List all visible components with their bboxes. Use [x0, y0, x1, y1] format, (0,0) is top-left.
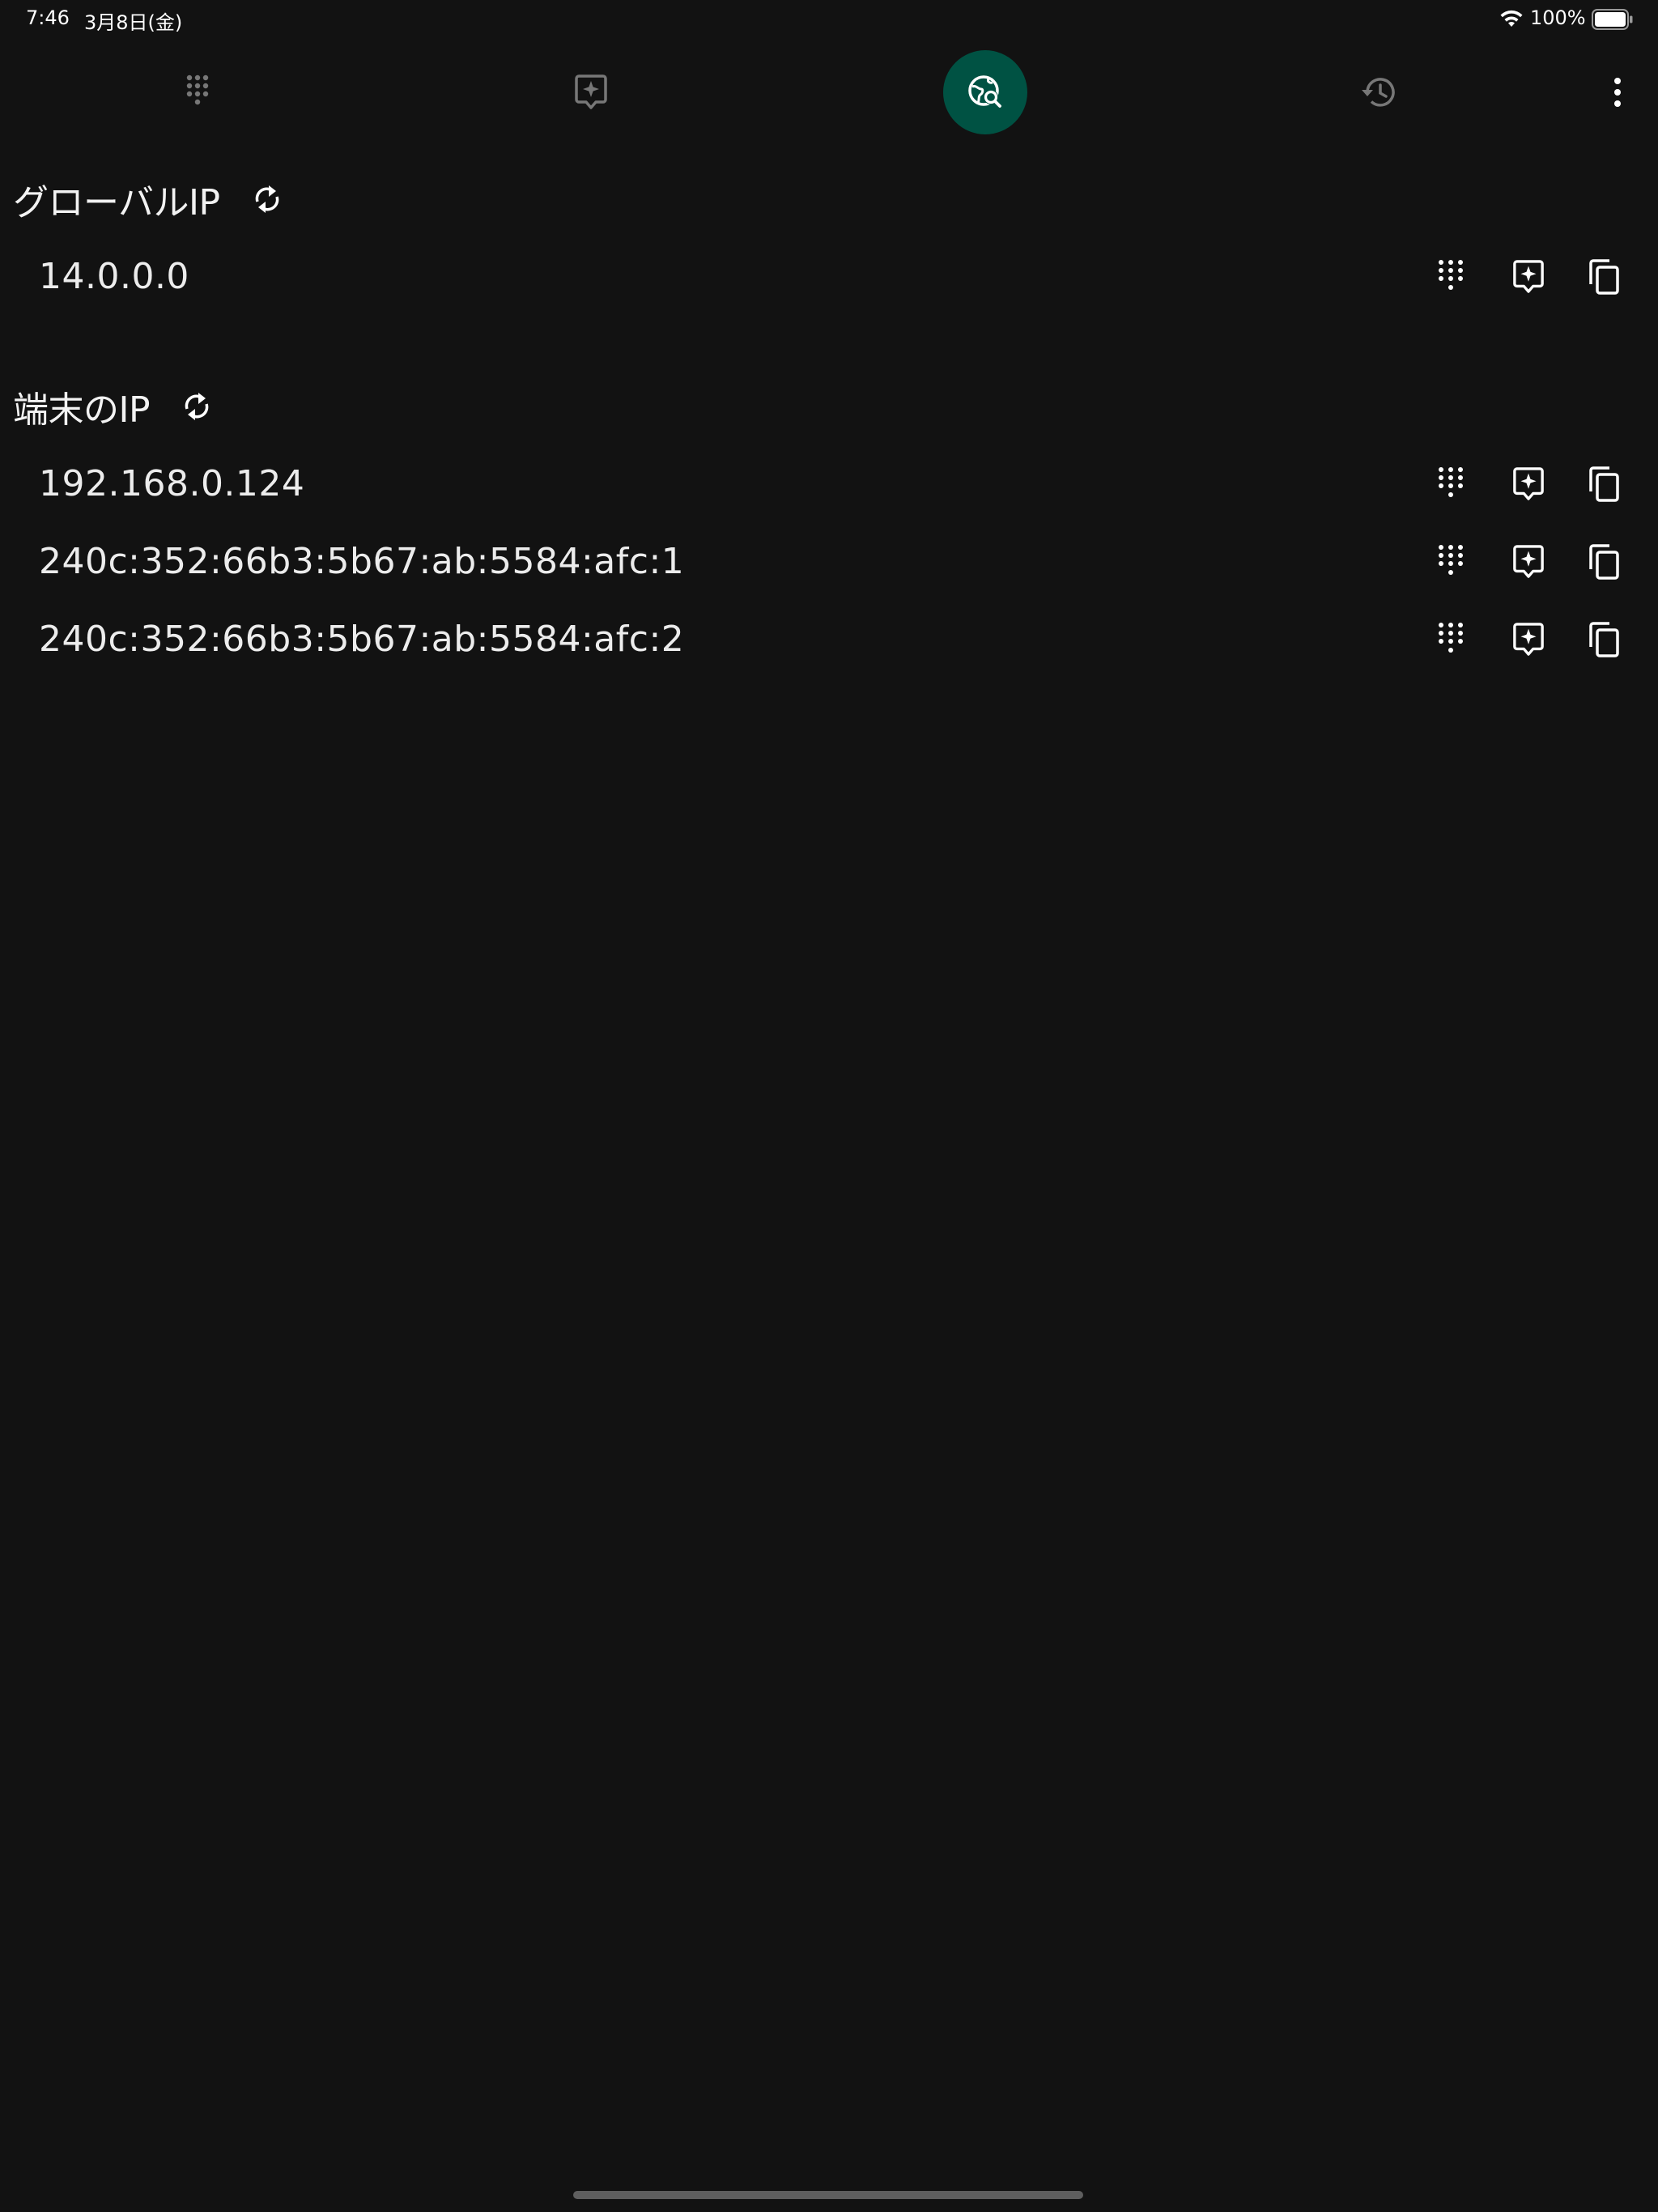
screen: 7:46 3月8日(金) 100% グローバルIP 14.0.0.0 端末のIP…	[0, 0, 1658, 2212]
spark-button[interactable]	[1503, 614, 1554, 666]
spark-icon	[575, 74, 607, 109]
dialpad-icon	[1439, 260, 1463, 290]
status-date: 3月8日(金)	[84, 11, 183, 34]
dialpad-button[interactable]	[1425, 614, 1477, 666]
more-options-button[interactable]	[1587, 47, 1648, 138]
copy-button[interactable]	[1579, 614, 1630, 666]
copy-icon	[1589, 544, 1619, 580]
copy-icon	[1589, 466, 1619, 502]
top-nav	[0, 47, 1658, 138]
dialpad-icon	[186, 74, 209, 105]
home-indicator[interactable]	[573, 2191, 1083, 2199]
ip-address[interactable]: 240c:352:66b3:5b67:ab:5584:afc:1	[39, 530, 684, 594]
dialpad-button[interactable]	[1425, 536, 1477, 588]
device-ip-header: 端末のIP	[13, 381, 223, 432]
global-ip-title: グローバルIP	[13, 182, 220, 223]
more-vert-icon	[1614, 78, 1621, 107]
dialpad-icon	[1439, 623, 1463, 653]
wifi-icon	[1500, 10, 1523, 27]
history-icon	[1362, 78, 1395, 107]
globe-search-icon	[968, 75, 1001, 108]
nav-dialpad-button[interactable]	[149, 47, 246, 138]
global-ip-header: グローバルIP	[13, 173, 293, 225]
spark-icon	[1513, 467, 1544, 500]
refresh-icon	[255, 185, 278, 213]
spark-icon	[1513, 260, 1544, 293]
ip-address[interactable]: 192.168.0.124	[39, 452, 304, 517]
spark-button[interactable]	[1503, 536, 1554, 588]
dialpad-button[interactable]	[1425, 458, 1477, 510]
active-tab-indicator	[943, 50, 1027, 134]
device-ip-title: 端末のIP	[13, 389, 151, 431]
copy-icon	[1589, 622, 1619, 657]
ip-row: 14.0.0.0	[0, 245, 1658, 309]
dialpad-icon	[1439, 545, 1463, 575]
ip-address[interactable]: 240c:352:66b3:5b67:ab:5584:afc:2	[39, 607, 684, 672]
ip-row: 240c:352:66b3:5b67:ab:5584:afc:1	[0, 530, 1658, 594]
ip-row: 192.168.0.124	[0, 452, 1658, 517]
spark-icon	[1513, 545, 1544, 578]
dialpad-button[interactable]	[1425, 251, 1477, 303]
dialpad-icon	[1439, 467, 1463, 497]
copy-button[interactable]	[1579, 536, 1630, 588]
spark-icon	[1513, 623, 1544, 656]
spark-button[interactable]	[1503, 251, 1554, 303]
nav-globe-search-button[interactable]	[942, 47, 1028, 138]
status-time: 7:46	[26, 6, 70, 29]
copy-button[interactable]	[1579, 458, 1630, 510]
nav-history-button[interactable]	[1331, 47, 1428, 138]
global-ip-refresh-button[interactable]	[241, 173, 293, 225]
ip-address[interactable]: 14.0.0.0	[39, 245, 189, 309]
nav-spark-button[interactable]	[542, 47, 640, 138]
copy-icon	[1589, 259, 1619, 295]
copy-button[interactable]	[1579, 251, 1630, 303]
battery-icon	[1592, 9, 1633, 30]
battery-percentage: 100%	[1530, 6, 1586, 29]
status-bar: 7:46 3月8日(金) 100%	[0, 0, 1658, 39]
refresh-icon	[185, 393, 209, 420]
device-ip-refresh-button[interactable]	[171, 381, 223, 432]
spark-button[interactable]	[1503, 458, 1554, 510]
ip-row: 240c:352:66b3:5b67:ab:5584:afc:2	[0, 607, 1658, 672]
